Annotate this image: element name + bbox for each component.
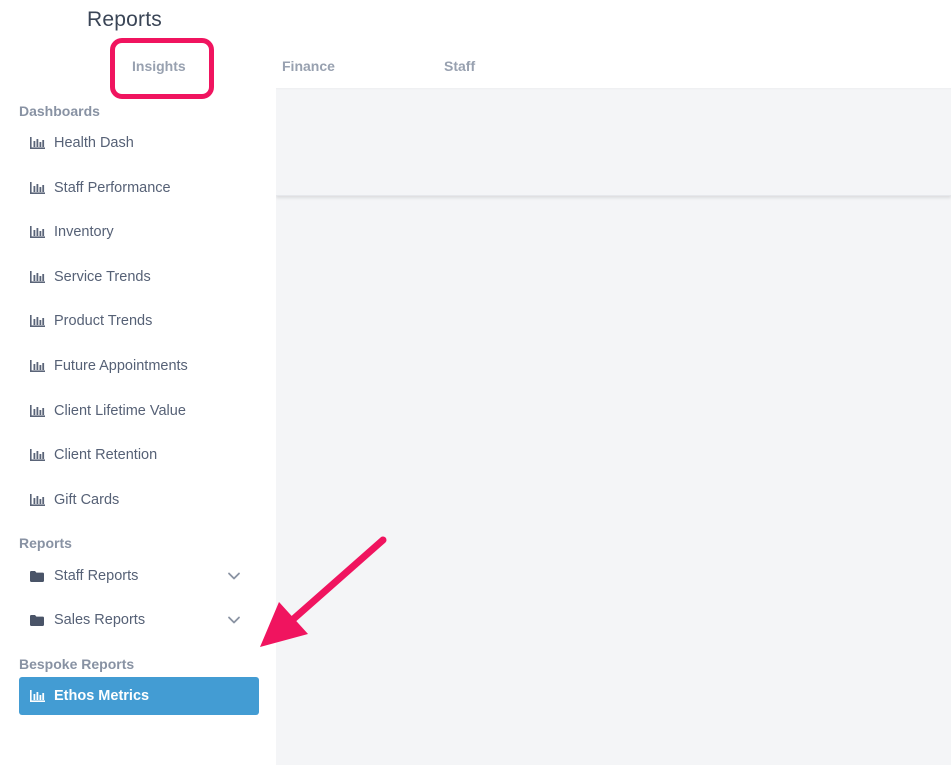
bar-chart-icon — [29, 270, 45, 284]
section-title-reports: Reports — [19, 535, 72, 551]
bar-chart-icon — [29, 404, 45, 418]
main-content — [276, 88, 951, 765]
bar-chart-icon — [29, 181, 45, 195]
sidebar-item-health-dash[interactable]: Health Dash — [19, 124, 259, 162]
sidebar-item-service-trends[interactable]: Service Trends — [19, 258, 259, 296]
chevron-down-icon[interactable] — [227, 613, 241, 627]
folder-icon — [29, 613, 45, 627]
sidebar-item-inventory[interactable]: Inventory — [19, 213, 259, 251]
bar-chart-icon — [29, 689, 45, 703]
tab-finance[interactable]: Finance — [282, 58, 335, 74]
sidebar-item-label: Product Trends — [54, 313, 153, 329]
sidebar-item-label: Client Retention — [54, 447, 158, 463]
sidebar: Dashboards Health Dash Staff Performance… — [0, 88, 276, 765]
sidebar-item-label: Health Dash — [54, 135, 134, 151]
sidebar-item-client-lifetime-value[interactable]: Client Lifetime Value — [19, 392, 259, 430]
folder-icon — [29, 569, 45, 583]
tab-staff[interactable]: Staff — [444, 58, 475, 74]
bar-chart-icon — [29, 225, 45, 239]
sidebar-item-label: Staff Performance — [54, 180, 171, 196]
sidebar-item-label: Future Appointments — [54, 358, 188, 374]
sidebar-item-label: Sales Reports — [54, 612, 146, 628]
sidebar-item-future-appointments[interactable]: Future Appointments — [19, 347, 259, 385]
sidebar-item-label: Client Lifetime Value — [54, 403, 186, 419]
sidebar-item-staff-reports[interactable]: Staff Reports — [19, 557, 259, 595]
bar-chart-icon — [29, 448, 45, 462]
sidebar-item-label: Inventory — [54, 224, 114, 240]
header: Reports Insights Finance Staff — [0, 0, 951, 88]
sidebar-item-label: Ethos Metrics — [54, 688, 150, 704]
bar-chart-icon — [29, 359, 45, 373]
sidebar-item-sales-reports[interactable]: Sales Reports — [19, 601, 259, 639]
sidebar-item-label: Staff Reports — [54, 568, 139, 584]
sidebar-item-gift-cards[interactable]: Gift Cards — [19, 481, 259, 519]
sidebar-item-product-trends[interactable]: Product Trends — [19, 302, 259, 340]
tab-insights[interactable]: Insights — [132, 58, 186, 74]
sidebar-item-label: Gift Cards — [54, 492, 120, 508]
page-title: Reports — [87, 8, 162, 31]
content-header-panel — [276, 88, 951, 196]
bar-chart-icon — [29, 493, 45, 507]
chevron-down-icon[interactable] — [227, 569, 241, 583]
sidebar-item-staff-performance[interactable]: Staff Performance — [19, 169, 259, 207]
sidebar-item-client-retention[interactable]: Client Retention — [19, 436, 259, 474]
sidebar-item-label: Service Trends — [54, 269, 151, 285]
section-title-dashboards: Dashboards — [19, 103, 100, 119]
section-title-bespoke-reports: Bespoke Reports — [19, 656, 135, 672]
sidebar-item-ethos-metrics[interactable]: Ethos Metrics — [19, 677, 259, 715]
bar-chart-icon — [29, 136, 45, 150]
bar-chart-icon — [29, 314, 45, 328]
